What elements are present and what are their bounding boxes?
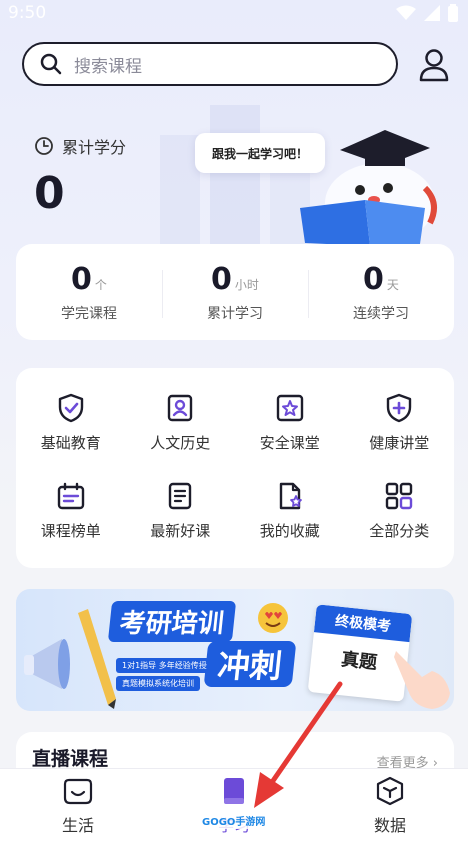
stat-unit: 个 — [94, 277, 107, 292]
category-grid: 基础教育 人文历史 安全课堂 健康讲堂 课程榜单 最新好课 我的收藏 全部分类 — [16, 368, 454, 568]
category-label: 人文历史 — [150, 434, 211, 452]
category-label: 课程榜单 — [40, 522, 101, 540]
clock-icon — [35, 137, 53, 155]
star-square-icon — [276, 394, 303, 422]
category-basic-education[interactable]: 基础教育 — [16, 384, 126, 472]
banner-tag: 真题模拟系统化培训 — [116, 676, 200, 691]
file-star-icon — [279, 482, 302, 510]
stat-unit: 小时 — [234, 277, 259, 292]
banner-tag: 1对1指导 多年经验传授 — [116, 658, 213, 673]
category-humanities-history[interactable]: 人文历史 — [126, 384, 236, 472]
grid-icon — [386, 482, 413, 510]
category-my-favorites[interactable]: 我的收藏 — [235, 472, 345, 560]
tab-label: 生活 — [61, 815, 94, 835]
category-new-courses[interactable]: 最新好课 — [126, 472, 236, 560]
category-course-ranking[interactable]: 课程榜单 — [16, 472, 126, 560]
shield-check-icon — [58, 393, 83, 423]
stat-streak-days[interactable]: 0天 连续学习 — [308, 262, 454, 323]
category-label: 安全课堂 — [259, 434, 320, 452]
search-bar[interactable]: 搜索课程 — [22, 42, 398, 86]
bottom-tab-bar: 生活 学习 数据 — [0, 768, 468, 842]
cube-icon — [376, 776, 404, 805]
stat-value: 0 — [363, 261, 384, 297]
credit-label-text: 累计学分 — [62, 138, 127, 157]
shield-plus-icon — [387, 393, 412, 423]
category-label: 健康讲堂 — [369, 434, 430, 452]
stat-label: 连续学习 — [353, 305, 409, 322]
credit-value: 0 — [34, 168, 65, 219]
wifi-icon — [396, 5, 416, 20]
battery-icon — [448, 4, 458, 22]
watermark-logo: GOGO手游网 — [198, 812, 270, 829]
status-bar: 9:50 — [0, 0, 468, 26]
stat-completed-courses[interactable]: 0个 学完课程 — [16, 262, 162, 323]
stat-value: 0 — [71, 261, 92, 297]
pointing-hand-illustration — [394, 651, 450, 709]
credit-label: 累计学分 — [34, 134, 126, 158]
status-icons — [396, 4, 458, 22]
category-label: 最新好课 — [150, 522, 211, 540]
emoji-heart-eyes-icon — [258, 603, 288, 633]
stat-unit: 天 — [386, 277, 399, 292]
learning-stats-card: 0个 学完课程 0 小时 累计学习 0天 连续学习 — [16, 244, 454, 340]
person-badge-icon — [168, 394, 193, 422]
category-safety-class[interactable]: 安全课堂 — [235, 384, 345, 472]
category-label: 我的收藏 — [259, 522, 320, 540]
banner-title-main: 考研培训 — [107, 601, 237, 642]
category-label: 全部分类 — [369, 522, 430, 540]
signal-icon — [424, 5, 440, 21]
category-label: 基础教育 — [40, 434, 101, 452]
category-health-lecture[interactable]: 健康讲堂 — [345, 384, 455, 472]
search-icon — [40, 53, 62, 75]
stat-value: 0 — [211, 261, 232, 297]
promo-banner[interactable]: 考研培训 冲刺 1对1指导 多年经验传授 真题模拟系统化培训 终极模考 真题 — [16, 589, 454, 711]
search-placeholder[interactable]: 搜索课程 — [74, 52, 142, 77]
tab-label: 数据 — [373, 815, 406, 835]
stat-label: 学完课程 — [61, 305, 117, 322]
tab-study[interactable]: 学习 — [156, 769, 312, 842]
category-all[interactable]: 全部分类 — [345, 472, 455, 560]
tab-life[interactable]: 生活 — [0, 769, 156, 842]
face-icon — [63, 778, 93, 804]
mascot-graduate-illustration — [300, 130, 437, 246]
book-icon — [169, 482, 192, 510]
banner-title-sprint: 冲刺 — [203, 641, 297, 687]
stat-label: 累计学习 — [207, 305, 263, 322]
calendar-list-icon — [57, 482, 84, 510]
status-time: 9:50 — [8, 3, 47, 23]
tab-data[interactable]: 数据 — [312, 769, 468, 842]
book-icon — [224, 777, 244, 804]
stat-total-hours[interactable]: 0 小时 累计学习 — [162, 262, 308, 323]
profile-icon[interactable] — [418, 48, 450, 82]
